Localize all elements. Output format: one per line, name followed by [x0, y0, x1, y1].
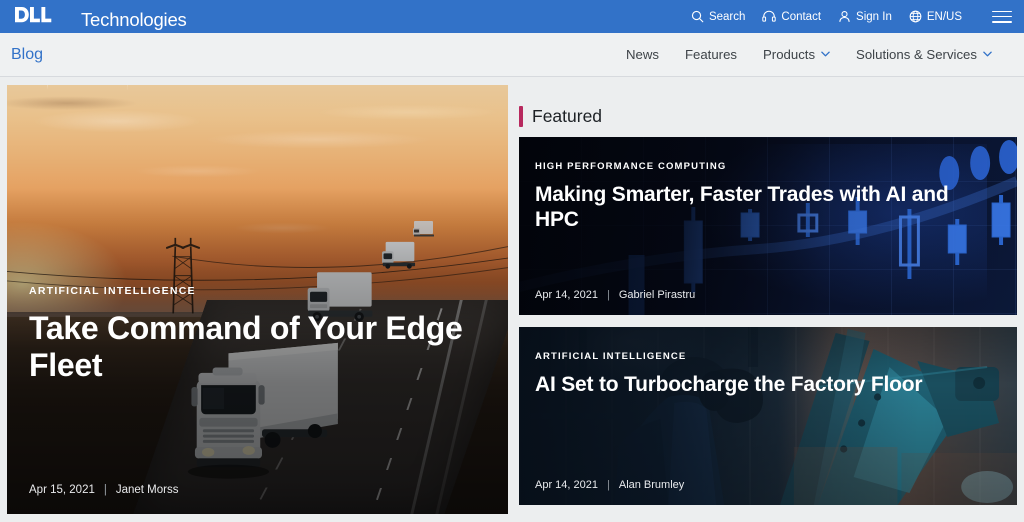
- chevron-down-icon: [983, 51, 992, 60]
- header-contact-label: Contact: [781, 10, 822, 23]
- header-search[interactable]: Search: [691, 10, 745, 23]
- nav-item-features-label: Features: [684, 47, 737, 62]
- card-text-block: ARTIFICIAL INTELLIGENCE AI Set to Turboc…: [535, 351, 991, 397]
- header-locale[interactable]: EN/US: [909, 10, 962, 23]
- header-contact[interactable]: Contact: [762, 10, 821, 23]
- featured-section: Featured HIGH PERFORMANCE COMPUTING Maki…: [519, 85, 1017, 522]
- header-signin-label: Sign In: [856, 10, 892, 23]
- header-search-label: Search: [708, 10, 746, 23]
- card-author: Alan Brumley: [618, 479, 685, 491]
- card-date: Apr 14, 2021: [535, 479, 598, 491]
- person-icon: [839, 11, 850, 22]
- chevron-down-icon: [821, 51, 830, 60]
- featured-card-ai-factory[interactable]: ARTIFICIAL INTELLIGENCE AI Set to Turboc…: [519, 327, 1017, 505]
- search-icon: [691, 10, 704, 23]
- card-meta: Apr 14, 2021 | Alan Brumley: [535, 479, 684, 491]
- blog-nav-bar: Blog News Features Products Solutions & …: [0, 33, 1024, 77]
- hero-meta-separator: |: [103, 484, 107, 496]
- hero-category: ARTIFICIAL INTELLIGENCE: [29, 285, 196, 297]
- header-utility-nav: Search Contact Sign In EN/US: [691, 9, 1012, 25]
- card-meta: Apr 14, 2021 | Gabriel Pirastru: [535, 289, 695, 301]
- globe-icon: [909, 10, 922, 23]
- card-author: Gabriel Pirastru: [618, 289, 696, 301]
- hamburger-menu-icon[interactable]: [992, 9, 1012, 25]
- card-category: ARTIFICIAL INTELLIGENCE: [535, 351, 687, 362]
- nav-item-news[interactable]: News: [626, 47, 659, 62]
- nav-item-solutions-services-label: Solutions & Services: [856, 47, 977, 62]
- hero-article-card[interactable]: ARTIFICIAL INTELLIGENCE Take Command of …: [7, 85, 508, 514]
- nav-item-products[interactable]: Products: [763, 47, 830, 62]
- hero-meta: Apr 15, 2021 | Janet Morss: [29, 484, 179, 496]
- featured-accent-bar: [519, 105, 523, 127]
- header-locale-label: EN/US: [926, 10, 962, 23]
- hero-author: Janet Morss: [115, 484, 179, 496]
- card-category: HIGH PERFORMANCE COMPUTING: [535, 161, 727, 172]
- featured-header: Featured: [519, 95, 1017, 137]
- hamburger-line: [992, 10, 1012, 13]
- nav-item-solutions-services[interactable]: Solutions & Services: [856, 47, 992, 62]
- card-meta-separator: |: [607, 289, 610, 301]
- card-title: Making Smarter, Faster Trades with AI an…: [535, 183, 949, 232]
- blog-home-link[interactable]: Blog: [10, 46, 43, 64]
- featured-heading: Featured: [532, 105, 603, 126]
- dell-logo-icon: [15, 6, 52, 22]
- card-text-block: HIGH PERFORMANCE COMPUTING Making Smarte…: [535, 161, 991, 232]
- hamburger-line: [992, 15, 1012, 18]
- hero-text-block: ARTIFICIAL INTELLIGENCE Take Command of …: [29, 285, 468, 385]
- header-signin[interactable]: Sign In: [838, 10, 892, 23]
- hamburger-line: [992, 20, 1012, 23]
- card-meta-separator: |: [607, 479, 610, 491]
- headset-icon: [762, 10, 777, 22]
- hero-title: Take Command of Your Edge Fleet: [29, 310, 463, 384]
- logo-wordmark: Technologies: [81, 8, 187, 30]
- card-title: AI Set to Turbocharge the Factory Floor: [535, 373, 923, 396]
- dell-technologies-logo[interactable]: Technologies: [14, 4, 187, 30]
- global-header: Technologies Search Contact Sign In EN/U…: [0, 0, 1024, 33]
- featured-card-hpc[interactable]: HIGH PERFORMANCE COMPUTING Making Smarte…: [519, 137, 1017, 315]
- hero-date: Apr 15, 2021: [29, 484, 95, 496]
- main-content: ARTIFICIAL INTELLIGENCE Take Command of …: [0, 77, 1024, 522]
- nav-item-news-label: News: [625, 47, 659, 62]
- blog-nav-links: News Features Products Solutions & Servi…: [626, 47, 1014, 62]
- card-date: Apr 14, 2021: [535, 289, 598, 301]
- nav-item-products-label: Products: [763, 47, 816, 62]
- nav-item-features[interactable]: Features: [685, 47, 737, 62]
